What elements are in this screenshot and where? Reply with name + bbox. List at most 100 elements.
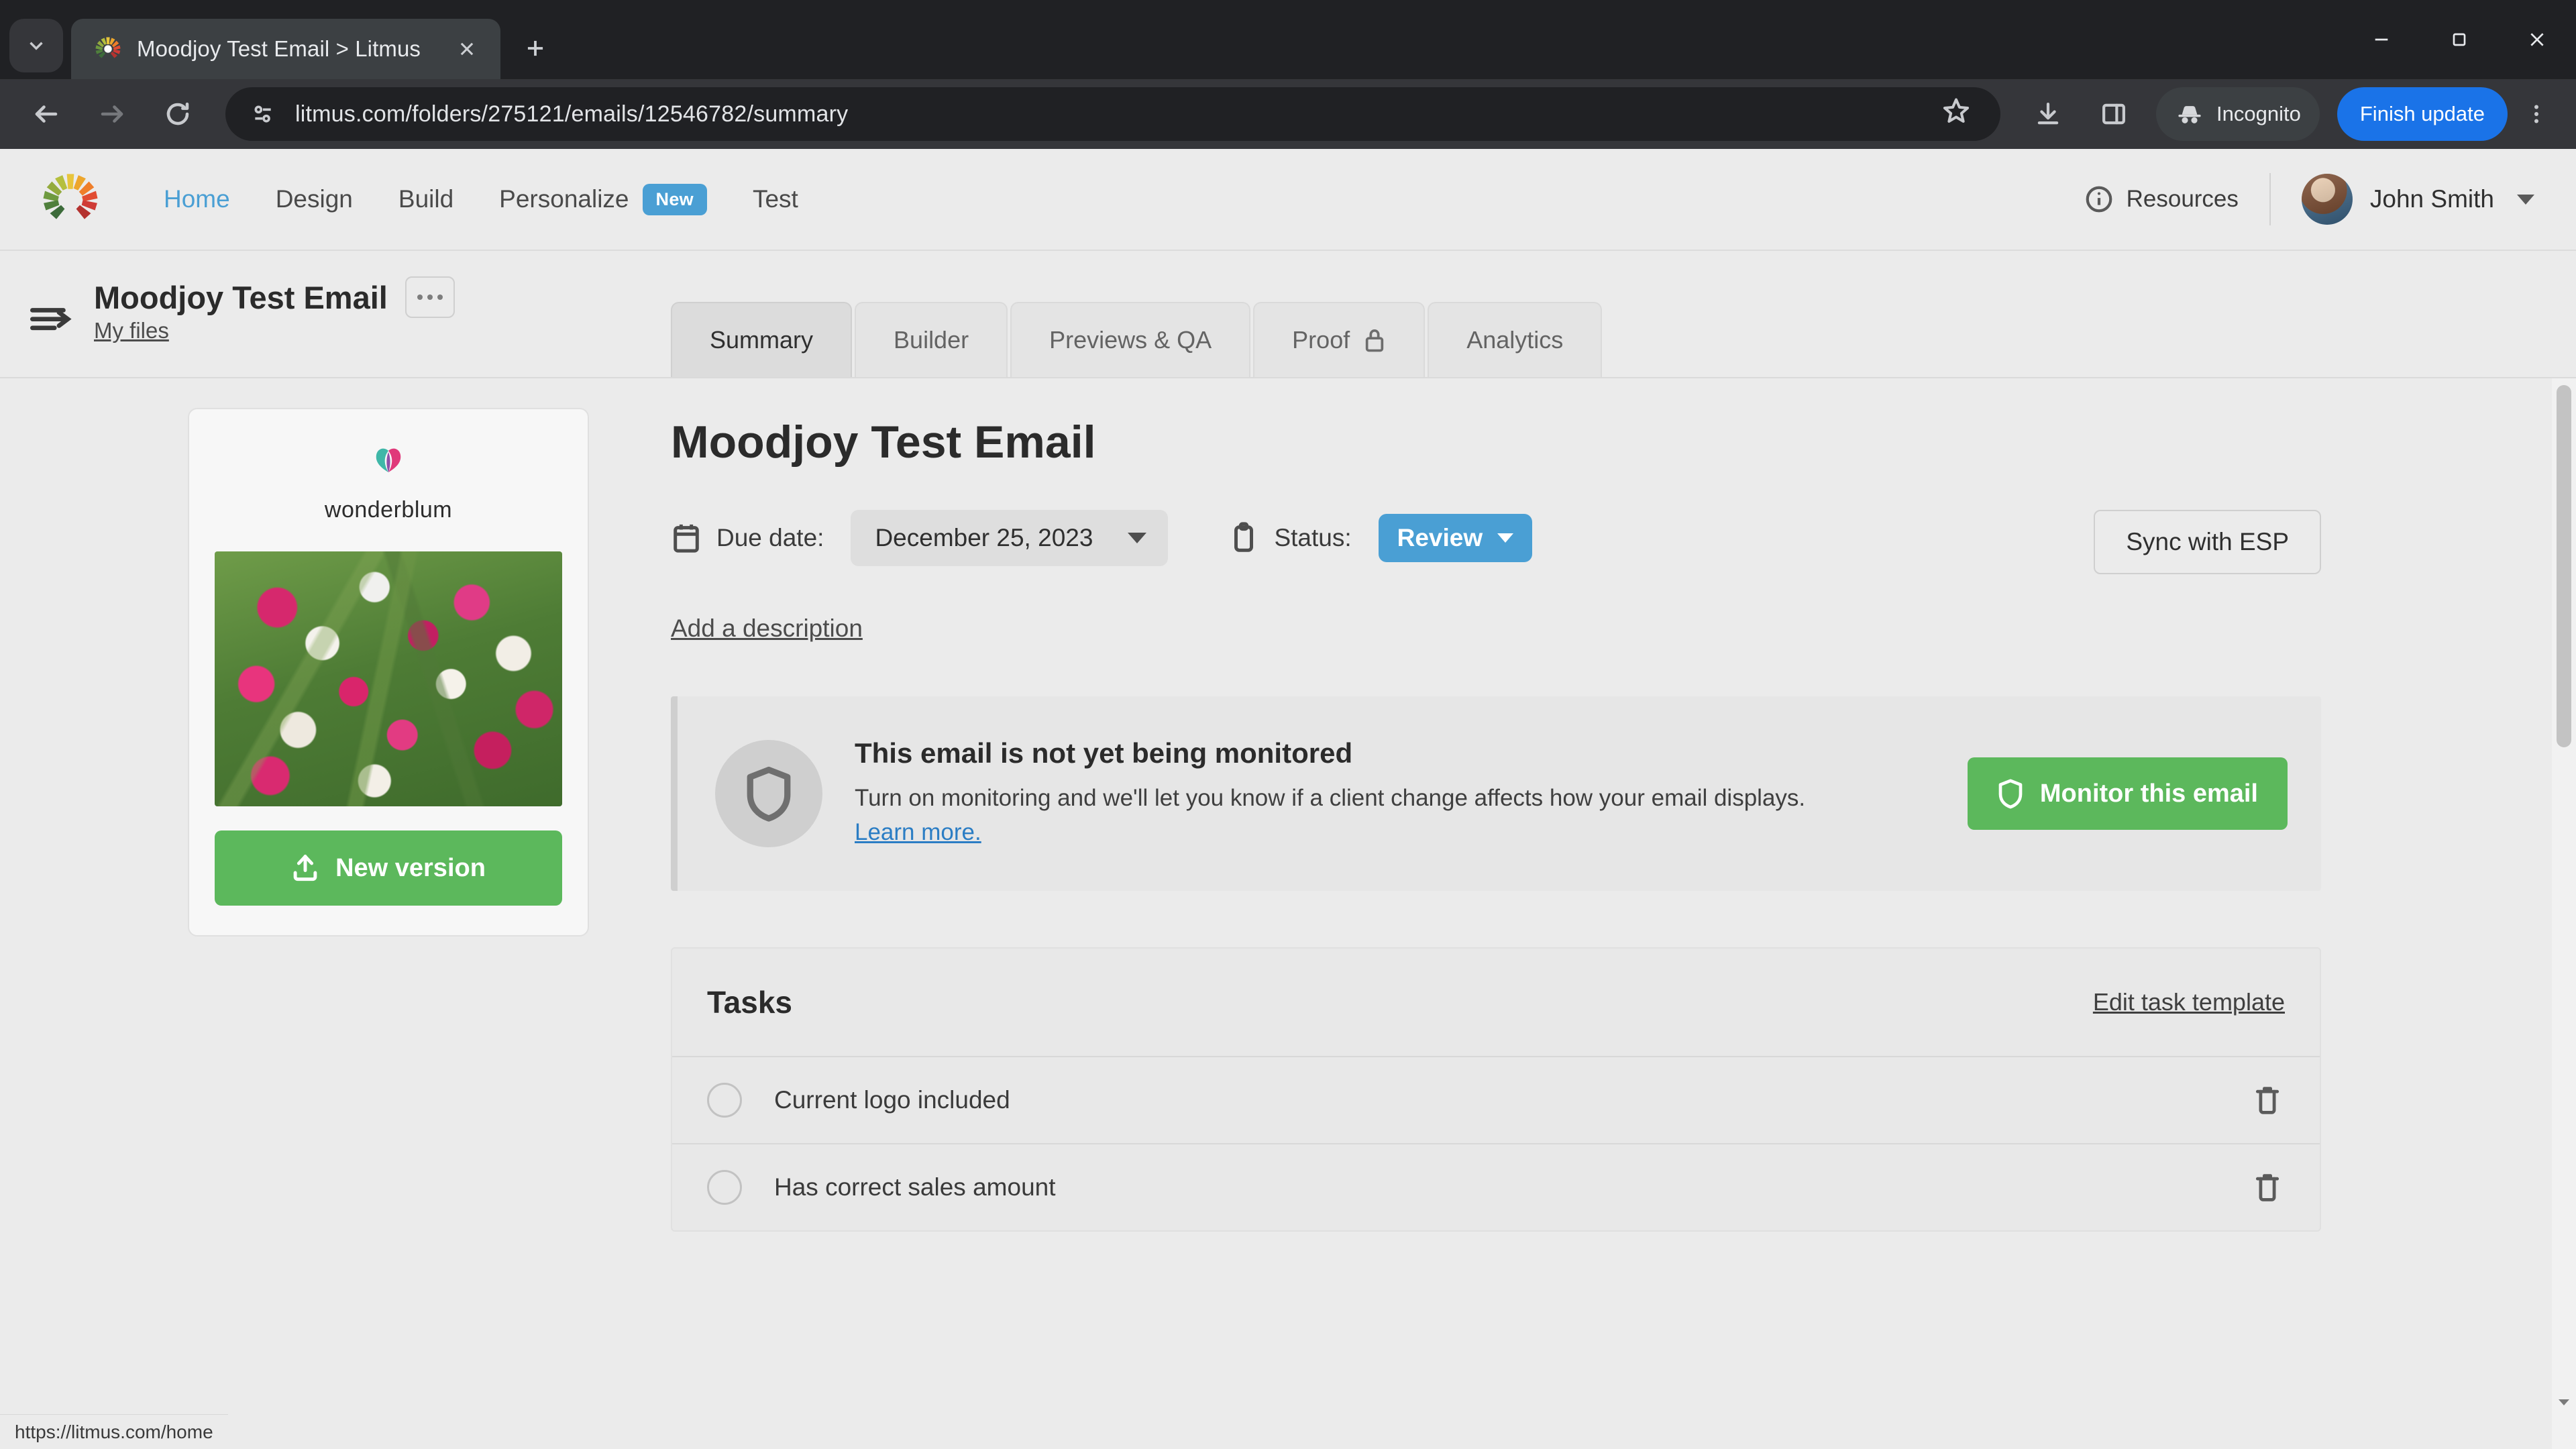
tab-label: Summary	[710, 326, 814, 354]
tab-proof[interactable]: Proof	[1253, 302, 1426, 377]
finish-update-button[interactable]: Finish update	[2337, 87, 2508, 141]
tab-label: Proof	[1292, 326, 1350, 354]
tab-previews-qa[interactable]: Previews & QA	[1010, 302, 1251, 377]
task-checkbox[interactable]	[707, 1083, 742, 1118]
address-bar[interactable]: litmus.com/folders/275121/emails/1254678…	[225, 87, 2001, 141]
tab-label: Builder	[894, 326, 969, 354]
new-version-button[interactable]: New version	[215, 830, 562, 906]
vertical-scrollbar[interactable]	[2552, 378, 2576, 1449]
tab-strip: Moodjoy Test Email > Litmus	[0, 0, 2576, 79]
shield-icon	[1998, 779, 2023, 809]
breadcrumb[interactable]: My files	[94, 318, 169, 343]
tulip-icon	[376, 448, 401, 472]
tab-analytics[interactable]: Analytics	[1428, 302, 1603, 377]
browser-menu-icon[interactable]	[2513, 84, 2560, 144]
lock-icon	[1366, 329, 1384, 352]
due-date-dropdown[interactable]: December 25, 2023	[851, 510, 1169, 566]
status-value: Review	[1397, 524, 1483, 551]
back-button[interactable]	[16, 84, 76, 144]
star-icon[interactable]	[1941, 96, 1978, 132]
new-version-label: New version	[335, 853, 486, 882]
litmus-pinwheel-icon	[95, 37, 121, 58]
reload-button[interactable]	[148, 84, 208, 144]
status-group: Status: Review	[1228, 514, 1533, 562]
incognito-label: Incognito	[2216, 102, 2301, 125]
browser-tab[interactable]: Moodjoy Test Email > Litmus	[71, 19, 500, 79]
sync-with-esp-button[interactable]: Sync with ESP	[2094, 510, 2321, 574]
info-circle-icon	[2086, 186, 2112, 213]
content-area: wonderblum New version Moodjoy Test Emai…	[0, 377, 2576, 1449]
monitoring-text: This email is not yet being monitored Tu…	[855, 737, 1935, 850]
page-settings-icon[interactable]	[248, 99, 278, 129]
email-thumbnail[interactable]	[215, 551, 562, 806]
nav-label: Design	[275, 185, 353, 213]
incognito-hat-icon	[2175, 99, 2204, 129]
main-navigation: Home Design Build Personalize New Test	[141, 183, 821, 215]
resources-label: Resources	[2126, 186, 2239, 212]
tab-search-button[interactable]	[9, 19, 63, 72]
trash-icon[interactable]	[2253, 1170, 2285, 1205]
shield-icon	[715, 740, 822, 847]
tab-summary[interactable]: Summary	[671, 302, 853, 377]
file-bar: Moodjoy Test Email My files Summary Buil…	[0, 250, 2576, 377]
browser-window: Moodjoy Test Email > Litmus litmus.com/f…	[0, 0, 2576, 1449]
forward-button[interactable]	[82, 84, 142, 144]
url-text: litmus.com/folders/275121/emails/1254678…	[295, 101, 849, 127]
scrollbar-thumb[interactable]	[2557, 385, 2571, 747]
resources-button[interactable]: Resources	[2084, 184, 2269, 215]
monitoring-banner: This email is not yet being monitored Tu…	[671, 696, 2321, 891]
due-date-group: Due date: December 25, 2023	[671, 510, 1169, 566]
nav-label: Test	[752, 185, 798, 213]
litmus-pinwheel-logo[interactable]	[42, 170, 99, 228]
nav-label: Build	[398, 185, 454, 213]
browser-toolbar: litmus.com/folders/275121/emails/1254678…	[0, 79, 2576, 149]
calendar-icon	[671, 521, 702, 555]
nav-item-test[interactable]: Test	[730, 185, 821, 213]
nav-label: Home	[164, 185, 230, 213]
close-window-button[interactable]	[2498, 0, 2576, 79]
downloads-icon[interactable]	[2018, 84, 2078, 144]
scroll-down-arrow-icon[interactable]	[2552, 1390, 2576, 1414]
task-checkbox[interactable]	[707, 1170, 742, 1205]
status-badge[interactable]: Review	[1378, 514, 1533, 562]
task-row[interactable]: Current logo included	[672, 1057, 2320, 1143]
tab-builder[interactable]: Builder	[855, 302, 1008, 377]
email-title: Moodjoy Test Email	[671, 417, 1096, 468]
tab-label: Analytics	[1466, 326, 1564, 354]
nav-item-personalize[interactable]: Personalize New	[476, 183, 730, 215]
due-date-label: Due date:	[716, 524, 824, 551]
close-tab-icon[interactable]	[448, 30, 486, 68]
learn-more-link[interactable]: Learn more.	[855, 819, 981, 845]
brand-name: wonderblum	[324, 497, 453, 523]
tab-title: Moodjoy Test Email > Litmus	[137, 36, 421, 61]
add-description-link[interactable]: Add a description	[671, 614, 863, 643]
incognito-indicator[interactable]: Incognito	[2156, 87, 2320, 141]
tasks-title: Tasks	[707, 985, 793, 1020]
user-menu[interactable]: John Smith	[2301, 174, 2534, 225]
scroll-left-arrow-icon[interactable]	[0, 1414, 24, 1449]
monitoring-title: This email is not yet being monitored	[855, 737, 1353, 769]
app-header: Home Design Build Personalize New Test R…	[0, 149, 2576, 250]
edit-task-template-link[interactable]: Edit task template	[2093, 988, 2285, 1016]
tasks-header: Tasks Edit task template	[672, 949, 2320, 1056]
status-label: Status:	[1274, 524, 1352, 551]
page-viewport: Home Design Build Personalize New Test R…	[0, 149, 2576, 1449]
nav-item-design[interactable]: Design	[253, 185, 376, 213]
trash-icon[interactable]	[2253, 1083, 2285, 1118]
new-tab-button[interactable]	[510, 23, 561, 74]
file-tabs: Summary Builder Previews & QA Proof Anal…	[671, 302, 1603, 377]
minimize-button[interactable]	[2343, 0, 2420, 79]
nav-item-home[interactable]: Home	[141, 185, 253, 213]
status-bar-link-preview: https://litmus.com/home	[0, 1414, 228, 1449]
side-panel-icon[interactable]	[2084, 84, 2144, 144]
task-row[interactable]: Has correct sales amount	[672, 1144, 2320, 1230]
more-options-button[interactable]	[405, 276, 455, 318]
monitor-this-email-button[interactable]: Monitor this email	[1967, 757, 2288, 830]
maximize-button[interactable]	[2420, 0, 2498, 79]
nav-item-build[interactable]: Build	[376, 185, 476, 213]
upload-icon	[293, 855, 317, 881]
page-title: Moodjoy Test Email	[94, 279, 388, 315]
summary-main-column: Moodjoy Test Email Due date: December 25…	[671, 378, 2321, 1232]
email-preview-card: wonderblum New version	[188, 408, 589, 936]
collapse-sidebar-icon[interactable]	[27, 292, 78, 343]
